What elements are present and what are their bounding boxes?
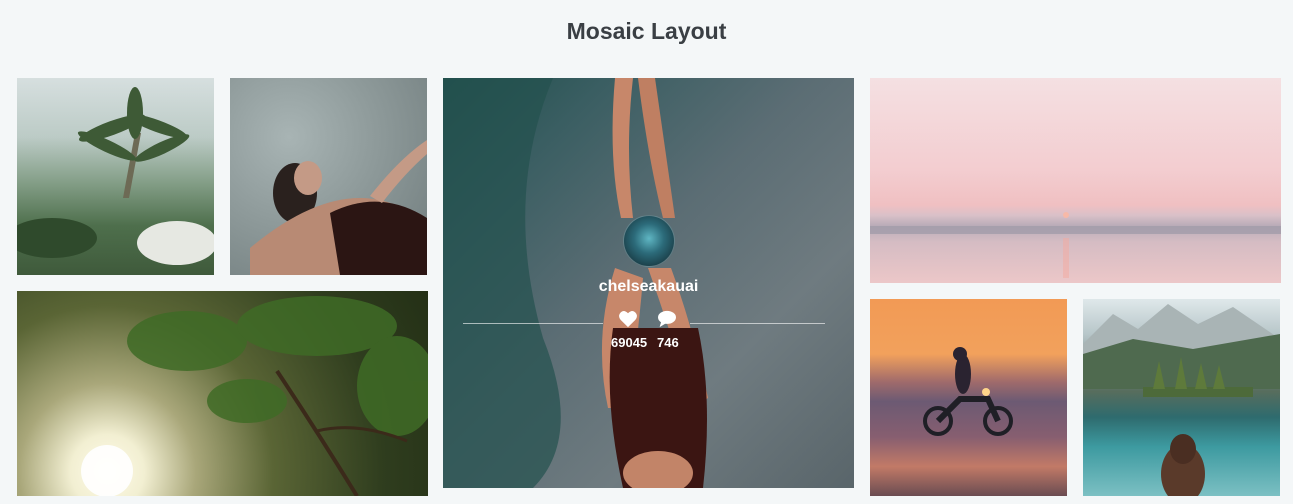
user-avatar[interactable] [623, 215, 675, 267]
mosaic-tile-tree-sunlight[interactable] [17, 291, 428, 496]
palm-photo [17, 87, 214, 265]
divider-left [463, 323, 603, 324]
motorcycle-photo [923, 347, 1013, 436]
page-title: Mosaic Layout [566, 18, 727, 44]
woman-water-photo [250, 140, 427, 275]
likes-count: 69045 [611, 335, 648, 350]
pink-sunset-photo [870, 212, 1281, 278]
username-label[interactable]: chelseakauai [443, 278, 854, 296]
featured-overlay: chelseakauai 69045 746 [443, 78, 854, 488]
mosaic-tile-pink-sunset[interactable] [870, 78, 1281, 283]
heart-icon[interactable] [618, 310, 638, 328]
mountain-lake-photo [1083, 304, 1280, 496]
divider-right [690, 323, 825, 324]
comment-icon[interactable] [657, 310, 677, 328]
mosaic-tile-motorcycle[interactable] [870, 299, 1067, 496]
tree-sunlight-photo [81, 296, 428, 496]
mosaic-tile-featured[interactable]: chelseakauai 69045 746 [443, 78, 854, 488]
mosaic-tile-palm-jungle[interactable] [17, 78, 214, 275]
mosaic-tile-mountain-lake[interactable] [1083, 299, 1280, 496]
comments-count: 746 [657, 335, 679, 350]
mosaic-tile-woman-water[interactable] [230, 78, 427, 275]
